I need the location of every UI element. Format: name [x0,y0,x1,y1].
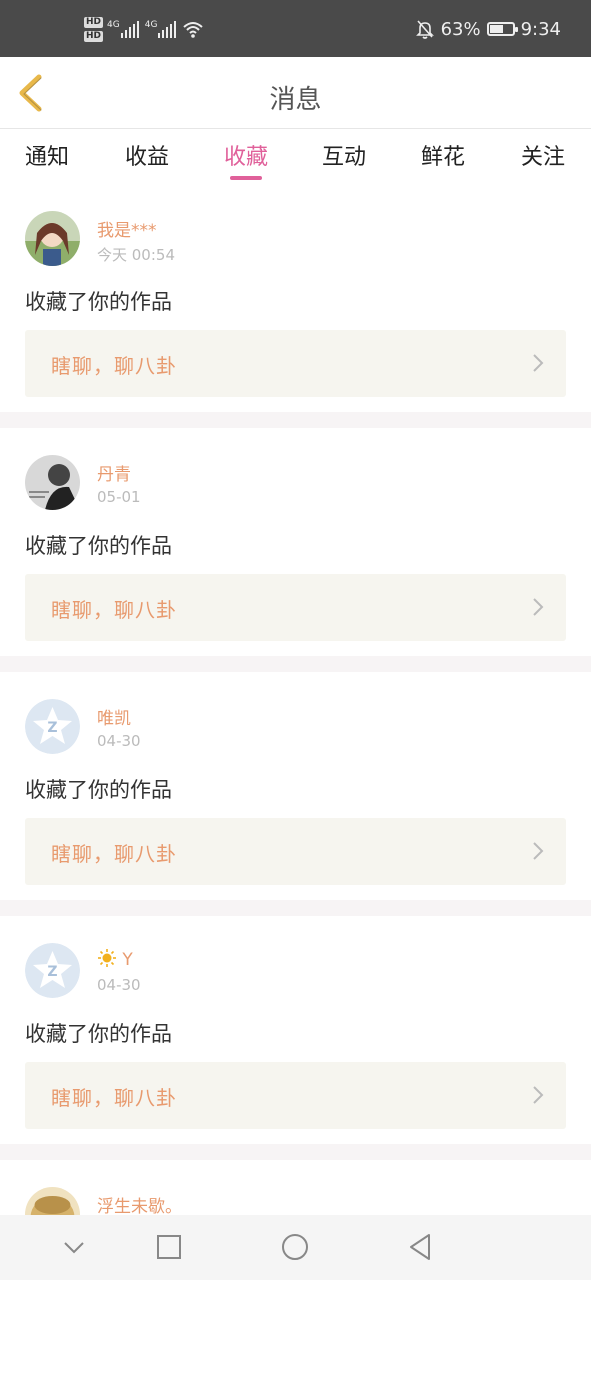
square-icon[interactable] [155,1233,183,1261]
avatar[interactable]: Z [25,943,80,998]
svg-text:Z: Z [47,964,57,980]
clock: 9:34 [520,18,561,40]
bw-photo-avatar-icon [25,455,80,510]
battery-fill [489,25,504,33]
list-item: 丹青 05-01 收藏了你的作品 瞎聊，聊八卦 [0,428,591,656]
chevron-right-icon [533,354,544,372]
avatar[interactable] [25,455,80,510]
tab-bar: 通知 收益 收藏 互动 鲜花 关注 [0,129,591,184]
system-nav-bar [0,1215,591,1280]
timestamp: 05-01 [97,488,141,506]
username[interactable]: 丹青 [97,460,131,485]
work-title: 瞎聊，聊八卦 [51,598,177,622]
hd-badge: HD [84,16,104,28]
username[interactable]: 唯凯 [97,704,131,729]
svg-text:Z: Z [47,720,57,736]
chevron-right-icon [533,1086,544,1104]
work-link[interactable]: 瞎聊，聊八卦 [25,1062,566,1129]
tab-interactions[interactable]: 互动 [304,139,384,171]
signal-icon: 4G [107,20,139,38]
status-right: 63% 9:34 [415,14,561,44]
action-text: 收藏了你的作品 [25,778,172,802]
divider [0,900,591,916]
tab-notifications[interactable]: 通知 [7,139,87,171]
avatar[interactable] [25,211,80,266]
username[interactable]: 浮生未歇。 [97,1192,182,1217]
username[interactable]: 我是*** [97,216,157,241]
battery-percent: 63% [440,18,481,40]
action-text: 收藏了你的作品 [25,1022,172,1046]
work-link[interactable]: 瞎聊，聊八卦 [25,818,566,885]
anime-girl-avatar-icon [25,211,80,266]
network-type: 4G [107,20,120,30]
username-text: Y [122,950,133,970]
message-list: 我是*** 今天 00:54 收藏了你的作品 瞎聊，聊八卦 丹青 05-01 收… [0,184,591,1388]
status-left: HD HD 4G 4G [84,14,204,44]
timestamp: 今天 00:54 [97,246,175,264]
page-title: 消息 [269,85,322,115]
timestamp: 04-30 [97,976,141,994]
default-star-avatar-icon: Z [25,699,80,754]
action-text: 收藏了你的作品 [25,290,172,314]
battery-icon [486,22,518,36]
chevron-right-icon [533,598,544,616]
divider [0,412,591,428]
divider [0,1144,591,1160]
chevron-right-icon [533,842,544,860]
bell-off-icon [415,20,434,39]
tab-favorites[interactable]: 收藏 [206,139,286,180]
network-type: 4G [144,20,158,30]
default-star-avatar-icon: Z [25,943,80,998]
circle-icon[interactable] [281,1233,309,1261]
tab-flowers[interactable]: 鲜花 [403,139,483,171]
triangle-back-icon[interactable] [406,1233,434,1261]
app-header: 消息 [0,57,591,129]
list-item: 我是*** 今天 00:54 收藏了你的作品 瞎聊，聊八卦 [0,184,591,412]
action-text: 收藏了你的作品 [25,534,172,558]
list-item: Z 唯凯 04-30 收藏了你的作品 瞎聊，聊八卦 [0,672,591,900]
username[interactable]: Y [97,948,133,970]
list-item: Z Y 04-30 收藏了你的作品 瞎聊，聊八卦 [0,916,591,1144]
tab-earnings[interactable]: 收益 [107,139,187,171]
status-bar: HD HD 4G 4G 63% 9:34 [0,0,591,57]
work-link[interactable]: 瞎聊，聊八卦 [25,574,566,641]
work-title: 瞎聊，聊八卦 [51,354,177,378]
wifi-icon [183,22,204,38]
work-link[interactable]: 瞎聊，聊八卦 [25,330,566,397]
chevron-down-icon[interactable] [60,1233,88,1261]
divider [0,656,591,672]
work-title: 瞎聊，聊八卦 [51,842,177,866]
hd-badge: HD [84,30,104,42]
avatar[interactable]: Z [25,699,80,754]
work-title: 瞎聊，聊八卦 [51,1086,177,1110]
hd-badges: HD HD [84,16,104,42]
signal-icon: 4G [145,20,177,38]
timestamp: 04-30 [97,732,141,750]
sun-icon [98,949,116,967]
tab-following[interactable]: 关注 [503,139,583,171]
